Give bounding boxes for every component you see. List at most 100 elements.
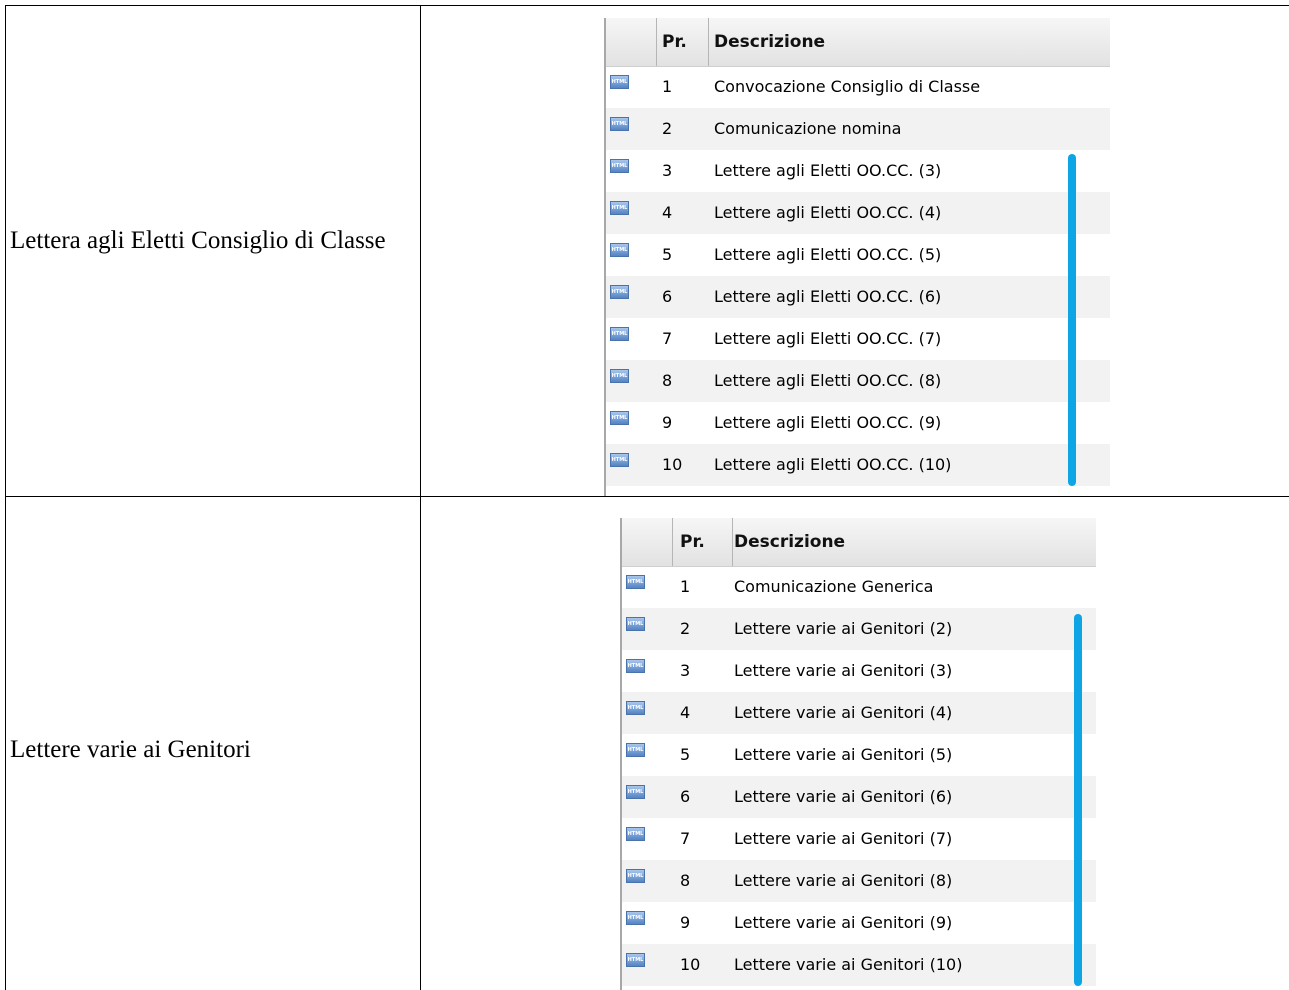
row-number: 1 <box>680 577 691 596</box>
header-column-separator <box>672 518 673 566</box>
table-row[interactable]: HTML 1 Convocazione Consiglio di Classe <box>606 66 1110 108</box>
row-description: Lettere varie ai Genitori (3) <box>734 661 953 680</box>
highlight-bar <box>1074 614 1082 986</box>
html-file-icon[interactable]: HTML <box>610 327 629 341</box>
row-description: Lettere agli Eletti OO.CC. (8) <box>714 371 942 390</box>
table-row[interactable]: HTML 7 Lettere agli Eletti OO.CC. (7) <box>606 318 1110 360</box>
table-border-top <box>5 5 1289 6</box>
row-number: 3 <box>680 661 691 680</box>
highlight-bar <box>1068 154 1076 486</box>
row-description: Lettere varie ai Genitori (6) <box>734 787 953 806</box>
table-row[interactable]: HTML 2 Comunicazione nomina <box>606 108 1110 150</box>
row-description: Lettere varie ai Genitori (9) <box>734 913 953 932</box>
row1-label: Lettera agli Eletti Consiglio di Classe <box>10 227 386 254</box>
html-file-icon[interactable]: HTML <box>626 617 645 631</box>
html-file-icon[interactable]: HTML <box>626 953 645 967</box>
row-description: Convocazione Consiglio di Classe <box>714 77 981 96</box>
row-description: Comunicazione nomina <box>714 119 902 138</box>
table-row[interactable]: HTML 6 Lettere varie ai Genitori (6) <box>622 776 1096 818</box>
html-file-icon[interactable]: HTML <box>626 827 645 841</box>
header-number[interactable]: Pr. <box>680 518 705 568</box>
table-row[interactable]: HTML 6 Lettere agli Eletti OO.CC. (6) <box>606 276 1110 318</box>
row-number: 5 <box>662 245 673 264</box>
header-description[interactable]: Descrizione <box>714 18 825 68</box>
row2-label: Lettere varie ai Genitori <box>10 736 251 763</box>
row-number: 4 <box>662 203 673 222</box>
table-row[interactable]: HTML 3 Lettere agli Eletti OO.CC. (3) <box>606 150 1110 192</box>
row-description: Lettere varie ai Genitori (8) <box>734 871 953 890</box>
html-file-icon[interactable]: HTML <box>610 369 629 383</box>
table-row[interactable]: HTML 1 Comunicazione Generica <box>622 566 1096 608</box>
table-row[interactable]: HTML 3 Lettere varie ai Genitori (3) <box>622 650 1096 692</box>
document-list-grid-2: Pr. Descrizione HTML 1 Comunicazione Generic… <box>620 518 1096 990</box>
row-description: Comunicazione Generica <box>734 577 934 596</box>
row-description: Lettere varie ai Genitori (4) <box>734 703 953 722</box>
row-description: Lettere varie ai Genitori (7) <box>734 829 953 848</box>
row-number: 6 <box>680 787 691 806</box>
table-row[interactable]: HTML 7 Lettere varie ai Genitori (7) <box>622 818 1096 860</box>
grid-header: Pr. Descrizione <box>606 18 1110 67</box>
row-number: 2 <box>662 119 673 138</box>
row-number: 3 <box>662 161 673 180</box>
row-number: 2 <box>680 619 691 638</box>
row-description: Lettere varie ai Genitori (5) <box>734 745 953 764</box>
html-file-icon[interactable]: HTML <box>610 411 629 425</box>
table-row[interactable]: HTML 8 Lettere agli Eletti OO.CC. (8) <box>606 360 1110 402</box>
html-file-icon[interactable]: HTML <box>610 159 629 173</box>
row-number: 7 <box>662 329 673 348</box>
row-description: Lettere agli Eletti OO.CC. (5) <box>714 245 942 264</box>
html-file-icon[interactable]: HTML <box>626 785 645 799</box>
html-file-icon[interactable]: HTML <box>626 869 645 883</box>
row-number: 10 <box>662 455 683 474</box>
table-row[interactable]: HTML 9 Lettere agli Eletti OO.CC. (9) <box>606 402 1110 444</box>
table-column-divider <box>420 5 421 990</box>
header-column-separator <box>656 18 657 66</box>
html-file-icon[interactable]: HTML <box>610 243 629 257</box>
table-row[interactable]: HTML 8 Lettere varie ai Genitori (8) <box>622 860 1096 902</box>
row-number: 9 <box>662 413 673 432</box>
row-number: 5 <box>680 745 691 764</box>
html-file-icon[interactable]: HTML <box>626 659 645 673</box>
table-row[interactable]: HTML 10 Lettere varie ai Genitori (10) <box>622 944 1096 986</box>
row-number: 6 <box>662 287 673 306</box>
row-description: Lettere agli Eletti OO.CC. (3) <box>714 161 942 180</box>
table-row[interactable]: HTML 5 Lettere varie ai Genitori (5) <box>622 734 1096 776</box>
row-number: 8 <box>680 871 691 890</box>
html-file-icon[interactable]: HTML <box>626 575 645 589</box>
table-row-divider <box>5 496 1289 497</box>
row-description: Lettere agli Eletti OO.CC. (4) <box>714 203 942 222</box>
html-file-icon[interactable]: HTML <box>610 201 629 215</box>
table-row[interactable]: HTML 5 Lettere agli Eletti OO.CC. (5) <box>606 234 1110 276</box>
header-description[interactable]: Descrizione <box>734 518 845 568</box>
html-file-icon[interactable]: HTML <box>610 75 629 89</box>
row-number: 7 <box>680 829 691 848</box>
html-file-icon[interactable]: HTML <box>610 117 629 131</box>
table-border-left <box>5 5 6 990</box>
html-file-icon[interactable]: HTML <box>626 911 645 925</box>
row-number: 1 <box>662 77 673 96</box>
html-file-icon[interactable]: HTML <box>626 701 645 715</box>
row-number: 10 <box>680 955 701 974</box>
row-description: Lettere varie ai Genitori (2) <box>734 619 953 638</box>
html-file-icon[interactable]: HTML <box>610 285 629 299</box>
row-number: 9 <box>680 913 691 932</box>
row-number: 8 <box>662 371 673 390</box>
html-file-icon[interactable]: HTML <box>610 453 629 467</box>
row-description: Lettere agli Eletti OO.CC. (6) <box>714 287 942 306</box>
table-row[interactable]: HTML 10 Lettere agli Eletti OO.CC. (10) <box>606 444 1110 486</box>
html-file-icon[interactable]: HTML <box>626 743 645 757</box>
header-column-separator <box>732 518 733 566</box>
row-number: 4 <box>680 703 691 722</box>
row-description: Lettere agli Eletti OO.CC. (7) <box>714 329 942 348</box>
header-number[interactable]: Pr. <box>662 18 687 68</box>
grid-header: Pr. Descrizione <box>622 518 1096 567</box>
document-list-grid-1: Pr. Descrizione HTML 1 Convocazione Consigli… <box>604 18 1110 496</box>
table-row[interactable]: HTML 2 Lettere varie ai Genitori (2) <box>622 608 1096 650</box>
row-description: Lettere varie ai Genitori (10) <box>734 955 963 974</box>
row-description: Lettere agli Eletti OO.CC. (9) <box>714 413 942 432</box>
row-description: Lettere agli Eletti OO.CC. (10) <box>714 455 952 474</box>
table-row[interactable]: HTML 4 Lettere agli Eletti OO.CC. (4) <box>606 192 1110 234</box>
table-row[interactable]: HTML 4 Lettere varie ai Genitori (4) <box>622 692 1096 734</box>
header-column-separator <box>708 18 709 66</box>
table-row[interactable]: HTML 9 Lettere varie ai Genitori (9) <box>622 902 1096 944</box>
